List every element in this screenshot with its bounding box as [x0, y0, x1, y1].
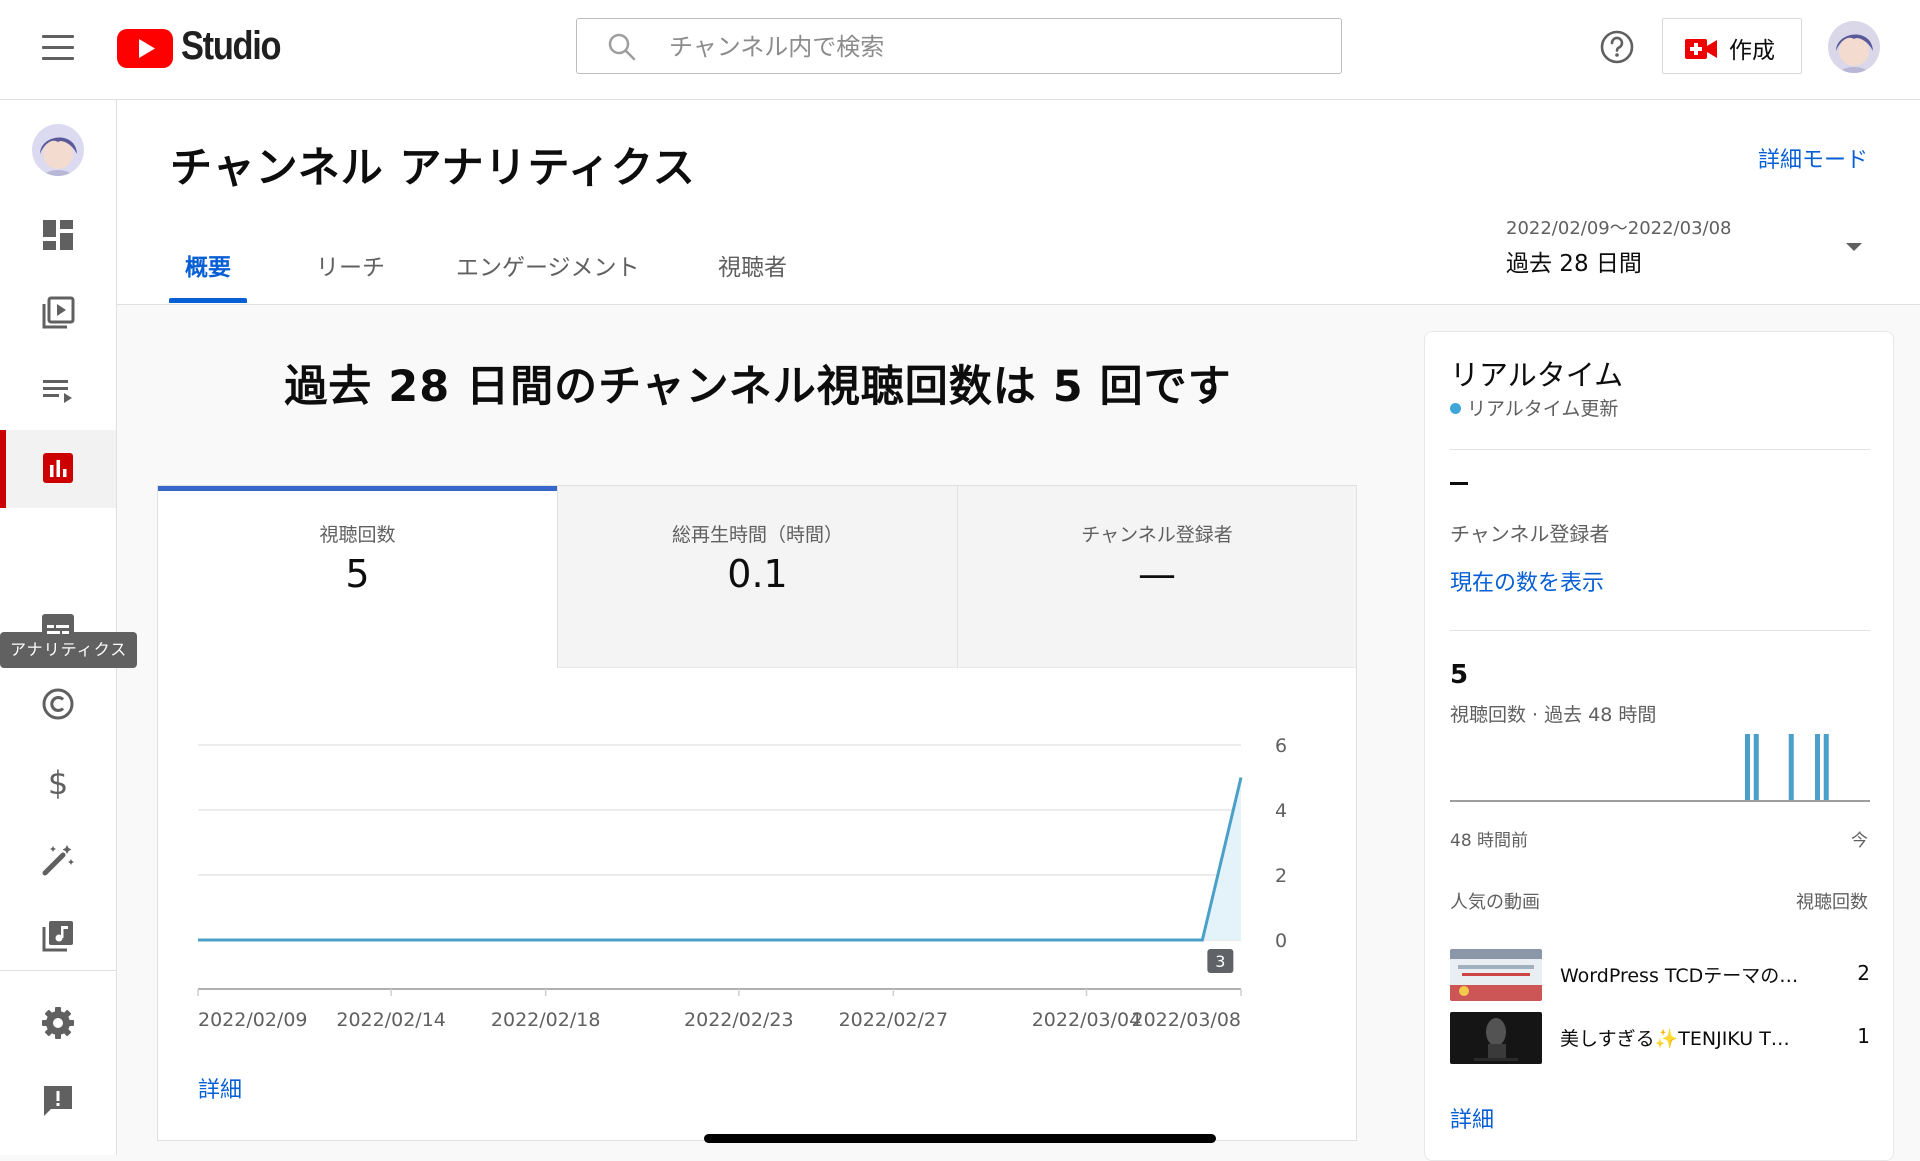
- gear-icon[interactable]: [40, 1005, 76, 1041]
- metric-value: 0.1: [727, 552, 788, 596]
- video-views: 1: [1857, 1024, 1870, 1048]
- divider: [1450, 449, 1870, 450]
- tab-overview[interactable]: 概要: [185, 248, 231, 282]
- y-tick-label: 6: [1275, 735, 1287, 757]
- metric-value: 5: [345, 552, 370, 596]
- subscriber-count: [1450, 482, 1468, 485]
- x-tick-label: 2022/02/23: [684, 1009, 794, 1031]
- feedback-icon[interactable]: [40, 1083, 76, 1119]
- subscriber-label: チャンネル登録者: [1450, 522, 1610, 546]
- x-tick-label: 2022/02/18: [491, 1009, 601, 1031]
- y-tick-label: 4: [1275, 800, 1287, 822]
- selected-metric-bar: [158, 486, 557, 491]
- x-tick-label: 2022/03/04: [1032, 1009, 1142, 1031]
- home-indicator: [704, 1134, 1216, 1143]
- spark-start-label: 48 時間前: [1450, 831, 1529, 851]
- page-title: チャンネル アナリティクス: [170, 143, 696, 192]
- tab-reach[interactable]: リーチ: [316, 248, 385, 282]
- channel-avatar[interactable]: [32, 124, 84, 176]
- show-current-count-link[interactable]: 現在の数を表示: [1450, 565, 1604, 597]
- metric-label: 総再生時間（時間）: [671, 524, 843, 546]
- realtime-card: リアルタイム リアルタイム更新 チャンネル登録者 現在の数を表示 5 視聴回数 …: [1424, 331, 1894, 1161]
- see-more-link[interactable]: 詳細: [198, 1072, 242, 1104]
- series-area: [198, 777, 1241, 940]
- views-line-chart: 0 2 4 6 2022/02/09 2022/02/14 2022/02/18 2022/0…: [197, 735, 1287, 1031]
- dashboard-icon[interactable]: [40, 217, 76, 253]
- list-item[interactable]: WordPress TCDテーマの… 2: [1450, 949, 1870, 1001]
- x-tick-label: 2022/02/14: [336, 1009, 446, 1031]
- divider: [1450, 630, 1870, 631]
- realtime-subtitle: リアルタイム更新: [1450, 394, 1618, 421]
- sidebar-divider: [0, 970, 116, 971]
- list-item[interactable]: 美しすぎる✨TENJIKU T… 1: [1450, 1012, 1870, 1064]
- video-title: 美しすぎる✨TENJIKU T…: [1560, 1028, 1790, 1050]
- metric-watch-time[interactable]: 総再生時間（時間） 0.1: [558, 486, 958, 668]
- playlist-icon[interactable]: [40, 372, 76, 408]
- x-tick-label: 2022/03/08: [1131, 1009, 1241, 1031]
- account-avatar[interactable]: [1828, 21, 1880, 73]
- tab-audience[interactable]: 視聴者: [718, 248, 787, 282]
- search-input[interactable]: [667, 27, 1311, 67]
- analytics-icon: [43, 453, 73, 483]
- sidebar-item-analytics[interactable]: [0, 430, 116, 508]
- spark-end-label: 今: [1851, 831, 1868, 851]
- spark-bar: [1753, 734, 1759, 800]
- logo-text: Studio: [181, 24, 282, 68]
- video-camera-add-icon: [1685, 39, 1717, 59]
- views-column-header: 視聴回数: [1796, 892, 1868, 913]
- chevron-down-icon[interactable]: [1846, 243, 1862, 251]
- dollar-icon[interactable]: $: [40, 764, 76, 800]
- help-icon[interactable]: [1599, 29, 1635, 65]
- search-box[interactable]: [576, 18, 1342, 74]
- audio-library-icon[interactable]: [40, 918, 76, 954]
- metric-label: 視聴回数: [319, 524, 396, 546]
- y-tick-label: 2: [1275, 865, 1287, 887]
- active-tab-indicator: [169, 298, 247, 303]
- svg-text:$: $: [48, 764, 68, 800]
- search-icon: [608, 33, 636, 61]
- realtime-subtitle-text: リアルタイム更新: [1467, 398, 1619, 420]
- metric-label: チャンネル登録者: [1081, 524, 1233, 546]
- spark-bar: [1823, 734, 1829, 800]
- spark-bar: [1745, 734, 1750, 800]
- overview-card: 視聴回数 5 総再生時間（時間） 0.1 チャンネル登録者 — 0 2 4 6 2022…: [157, 485, 1357, 1141]
- realtime-bar-chart: [1450, 734, 1870, 802]
- tab-engagement[interactable]: エンゲージメント: [456, 248, 640, 282]
- spark-bar: [1788, 734, 1794, 800]
- top-bar: Studio 作成: [0, 0, 1920, 100]
- subtitles-icon[interactable]: [40, 608, 76, 644]
- create-button[interactable]: 作成: [1662, 18, 1802, 74]
- video-library-icon[interactable]: [40, 295, 76, 331]
- analytics-header: チャンネル アナリティクス 詳細モード 概要 リーチ エンゲージメント 視聴者 …: [117, 100, 1920, 305]
- metric-subscribers[interactable]: チャンネル登録者 —: [958, 486, 1356, 668]
- top-videos-header: 人気の動画: [1450, 892, 1540, 913]
- x-tick-label: 2022/02/27: [839, 1009, 949, 1031]
- metric-value: —: [1138, 552, 1176, 596]
- date-range[interactable]: 2022/02/09〜2022/03/08: [1506, 214, 1732, 240]
- copyright-icon[interactable]: [40, 686, 76, 722]
- video-title: WordPress TCDテーマの…: [1560, 965, 1799, 987]
- video-thumbnail: [1450, 1012, 1542, 1064]
- realtime-views-value: 5: [1450, 660, 1469, 690]
- video-thumbnail: [1450, 949, 1542, 1001]
- active-indicator: [0, 430, 6, 508]
- realtime-title: リアルタイム: [1450, 358, 1624, 392]
- summary-headline: 過去 28 日間のチャンネル視聴回数は 5 回です: [284, 362, 1232, 412]
- menu-icon[interactable]: [42, 35, 74, 61]
- series-line: [198, 777, 1243, 942]
- youtube-logo-icon: [117, 29, 173, 68]
- magic-wand-icon[interactable]: [40, 842, 76, 878]
- advanced-mode-link[interactable]: 詳細モード: [1758, 142, 1868, 174]
- x-tick-label: 2022/02/09: [198, 1009, 308, 1031]
- live-dot-icon: [1450, 403, 1461, 414]
- create-button-label: 作成: [1729, 38, 1775, 64]
- date-period-label[interactable]: 過去 28 日間: [1506, 244, 1642, 278]
- video-views: 2: [1857, 961, 1870, 985]
- metric-views[interactable]: 視聴回数 5: [158, 486, 558, 668]
- y-tick-label: 0: [1275, 930, 1287, 952]
- realtime-see-more-link[interactable]: 詳細: [1450, 1102, 1494, 1134]
- spark-bar: [1815, 734, 1820, 800]
- sidebar: アナリティクス $: [0, 100, 138, 1155]
- annotation-label: 3: [1215, 952, 1225, 971]
